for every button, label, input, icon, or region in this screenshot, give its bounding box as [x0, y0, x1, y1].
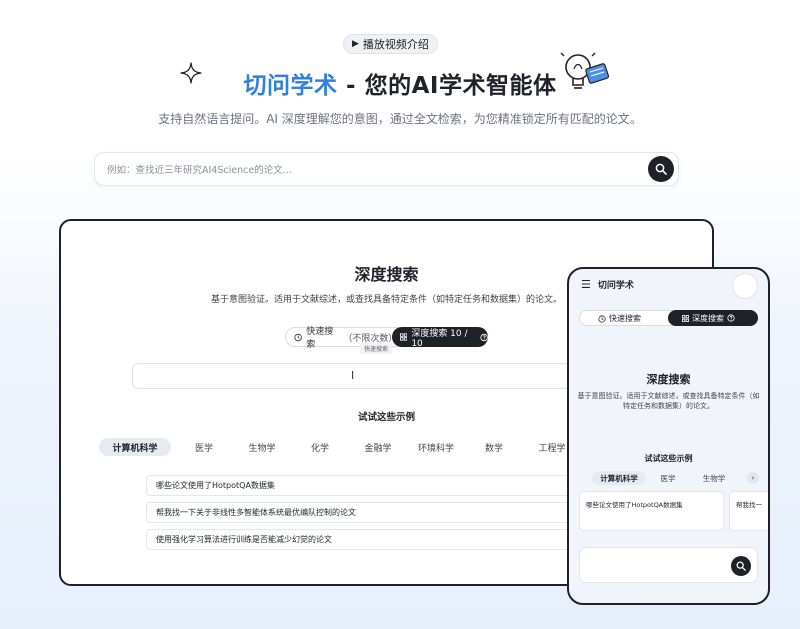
tab-computer-science[interactable]: 计算机科学 — [99, 438, 171, 456]
mobile-example-card[interactable]: 哪些论文使用了HotpotQA数据集 — [579, 491, 724, 531]
example-query[interactable]: 哪些论文使用了HotpotQA数据集 — [146, 475, 626, 496]
mobile-tab-biology[interactable]: 生物学 — [694, 471, 734, 485]
grid-icon — [682, 314, 689, 322]
mobile-app-title: 切问学术 — [597, 281, 634, 291]
clock-icon — [598, 314, 606, 323]
mobile-example-card[interactable]: 帮我找一 — [729, 491, 768, 531]
chevron-right-icon[interactable]: › — [747, 472, 759, 484]
play-icon: ▶ — [352, 39, 359, 49]
deep-search-label: 深度搜索 10 / 10 — [411, 328, 468, 349]
hero-search-input[interactable] — [107, 161, 627, 179]
hero-search-button[interactable] — [648, 156, 674, 182]
tab-environmental-science[interactable]: 环境科学 — [411, 438, 461, 456]
category-tabs: 计算机科学 医学 生物学 化学 金融学 环境科学 数学 工程学 — [99, 438, 577, 456]
help-icon[interactable] — [480, 333, 488, 342]
mobile-tab-computer-science[interactable]: 计算机科学 — [592, 471, 646, 485]
title-tagline: - 您的AI学术智能体 — [337, 73, 557, 99]
brand-name: 切问学术 — [243, 73, 338, 99]
hero-search-bar — [94, 152, 679, 186]
tab-medicine[interactable]: 医学 — [179, 438, 229, 456]
page-subtitle: 支持自然语言提问。AI 深度理解您的意图，通过全文检索，为您精准锁定所有匹配的论… — [158, 112, 642, 126]
help-icon[interactable] — [727, 314, 735, 322]
mobile-search-button[interactable] — [731, 556, 751, 576]
page-title: 切问学术 - 您的AI学术智能体 — [0, 66, 800, 100]
example-query[interactable]: 帮我找一下关于非线性多智能体系统最优编队控制的论文 — [146, 502, 626, 523]
mobile-category-tabs: 计算机科学 医学 生物学 — [592, 471, 734, 485]
mobile-examples-title: 试试这些示例 — [644, 454, 693, 463]
tab-chemistry[interactable]: 化学 — [295, 438, 345, 456]
grid-icon — [400, 333, 408, 341]
text-cursor-icon: I — [351, 369, 355, 382]
example-query[interactable]: 使用强化学习算法进行训练是否能减少幻觉的论文 — [146, 529, 626, 550]
mode-tooltip: 快速搜索 — [360, 343, 393, 354]
play-video-button[interactable]: ▶ 播放视频介绍 — [343, 34, 438, 54]
example-list: 哪些论文使用了HotpotQA数据集 帮我找一下关于非线性多智能体系统最优编队控… — [146, 475, 626, 556]
mobile-deep-search-option[interactable]: 深度搜索 — [668, 310, 758, 326]
mobile-search-input[interactable] — [579, 547, 758, 583]
mobile-tab-medicine[interactable]: 医学 — [648, 471, 688, 485]
play-video-label: 播放视频介绍 — [362, 38, 429, 51]
mobile-deep-search-subtitle: 基于意图验证。适用于文献综述，或查找具备特定条件（如特定任务和数据集）的论文。 — [577, 392, 760, 410]
quick-search-limit: （不限次数） — [343, 333, 398, 344]
quick-search-label: 快速搜索 — [306, 327, 334, 350]
mobile-quick-search-option[interactable]: 快速搜索 — [598, 313, 641, 324]
mobile-quick-search-label: 快速搜索 — [609, 314, 641, 323]
lightbulb-icon — [560, 52, 610, 89]
mobile-header: ☰ 切问学术 — [581, 278, 634, 291]
menu-icon[interactable]: ☰ — [581, 278, 591, 291]
mobile-mode-toggle: 快速搜索 深度搜索 — [579, 310, 758, 326]
phone-camera — [732, 273, 758, 299]
tab-finance[interactable]: 金融学 — [353, 438, 403, 456]
mobile-deep-search-label: 深度搜索 — [692, 313, 724, 323]
deep-search-option[interactable]: 深度搜索 10 / 10 — [392, 327, 488, 349]
search-icon — [655, 163, 667, 175]
mobile-preview: ☰ 切问学术 快速搜索 深度搜索 深度搜索 基于意图验证。适用于文献综述，或查找… — [567, 267, 770, 605]
tab-biology[interactable]: 生物学 — [237, 438, 287, 456]
mobile-deep-search-title: 深度搜索 — [646, 373, 691, 386]
tab-mathematics[interactable]: 数学 — [469, 438, 519, 456]
search-icon — [736, 561, 746, 571]
clock-icon — [294, 333, 302, 341]
